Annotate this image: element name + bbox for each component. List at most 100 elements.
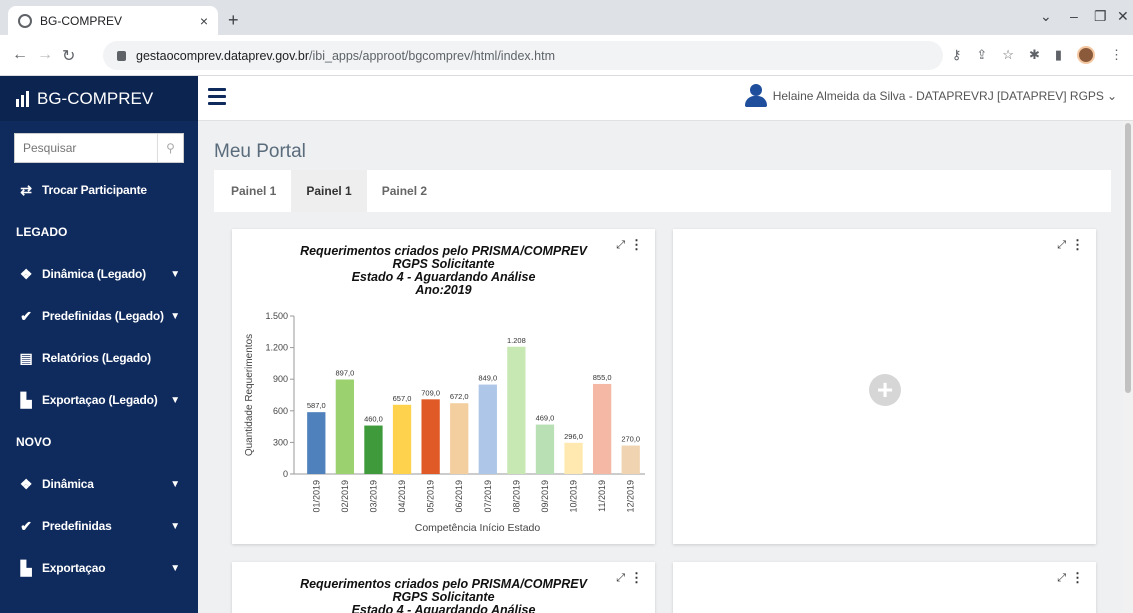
hamburger-menu-icon[interactable] bbox=[208, 88, 226, 109]
x-tick-label: 08/2019 bbox=[511, 480, 521, 513]
chevron-down-icon: ▼ bbox=[170, 394, 180, 406]
tab-painel-1-active[interactable]: Painel 1 bbox=[291, 170, 367, 212]
brand[interactable]: BG-COMPREV bbox=[0, 76, 198, 121]
sidebar-item-label: Trocar Participante bbox=[42, 183, 147, 197]
sidebar-item-predefinidas-legado[interactable]: ✔ Predefinidas (Legado) ▼ bbox=[0, 295, 198, 337]
chevron-down-icon: ⌄ bbox=[1106, 89, 1117, 103]
brand-title: BG-COMPREV bbox=[37, 88, 154, 108]
scrollbar-thumb[interactable] bbox=[1125, 123, 1131, 393]
bar-value-label: 657,0 bbox=[393, 394, 412, 403]
sidebar-item-label: Predefinidas bbox=[42, 519, 112, 533]
empty-card: ⤢ ⋮ + bbox=[673, 229, 1096, 544]
x-tick-label: 02/2019 bbox=[340, 480, 350, 513]
x-tick-label: 01/2019 bbox=[311, 480, 321, 513]
user-name: Helaine Almeida da Silva - DATAPREVRJ [D… bbox=[772, 89, 1104, 103]
bar-chart: 0 300 600 900 1.200 1.500 587,0 01/2019 897,0 02/… bbox=[244, 311, 645, 534]
browser-tab[interactable]: BG-COMPREV × bbox=[8, 6, 218, 35]
main-content: Meu Portal Painel 1 Painel 1 Painel 2 ⤢ … bbox=[198, 121, 1133, 613]
sidepanel-icon[interactable]: ▮ bbox=[1055, 47, 1062, 63]
expand-icon[interactable]: ⤢ bbox=[1057, 239, 1066, 252]
sidebar-item-trocar[interactable]: ⇄ Trocar Participante bbox=[0, 169, 198, 211]
menu-icon[interactable]: ⋮ bbox=[1110, 47, 1123, 63]
profile-avatar[interactable] bbox=[1077, 46, 1095, 64]
share-icon[interactable]: ⇪ bbox=[976, 47, 987, 63]
minimize-icon[interactable]: – bbox=[1070, 8, 1078, 24]
sidebar-item-dinamica-legado[interactable]: ❖ Dinâmica (Legado) ▼ bbox=[0, 253, 198, 295]
sidebar-item-relatorios-legado[interactable]: ▤ Relatórios (Legado) bbox=[0, 337, 198, 379]
extensions-icon[interactable]: ✱ bbox=[1029, 47, 1040, 63]
cubes-icon: ❖ bbox=[19, 475, 33, 492]
address-bar[interactable]: gestaocomprev.dataprev.gov.br/ibi_apps/a… bbox=[103, 41, 943, 70]
scrollbar[interactable] bbox=[1123, 121, 1133, 613]
add-content-icon[interactable]: + bbox=[869, 374, 901, 406]
x-tick-label: 07/2019 bbox=[483, 480, 493, 513]
sidebar-item-exportacao[interactable]: ▙ Exportaçao ▼ bbox=[0, 547, 198, 589]
file-icon: ▙ bbox=[20, 559, 32, 576]
chevron-down-icon: ▼ bbox=[170, 268, 180, 280]
globe-icon bbox=[18, 13, 32, 28]
search-input[interactable] bbox=[15, 134, 155, 162]
chart-card-2: ⤢ ⋮ Requerimentos criados pelo PRISMA/CO… bbox=[232, 562, 655, 613]
sidebar-item-predefinidas[interactable]: ✔ Predefinidas ▼ bbox=[0, 505, 198, 547]
search-icon[interactable]: ⚲ bbox=[157, 134, 183, 162]
tab-close-icon[interactable]: × bbox=[200, 13, 208, 29]
tab-painel-2[interactable]: Painel 2 bbox=[367, 170, 442, 212]
sidebar-item-label: Dinâmica (Legado) bbox=[42, 267, 146, 281]
forward-icon[interactable]: → bbox=[37, 46, 53, 64]
check-icon: ✔ bbox=[20, 517, 32, 534]
sidebar-item-dinamica[interactable]: ❖ Dinâmica ▼ bbox=[0, 463, 198, 505]
x-tick-label: 04/2019 bbox=[397, 480, 407, 513]
chart2-title-1: Requerimentos criados pelo PRISMA/COMPRE… bbox=[300, 577, 587, 591]
chevron-down-icon: ▼ bbox=[170, 562, 180, 574]
sidebar-section-legado: LEGADO bbox=[16, 225, 68, 239]
bar bbox=[335, 379, 355, 474]
bar bbox=[592, 383, 612, 474]
empty-card-2: ⤢ ⋮ bbox=[673, 562, 1096, 613]
cubes-icon: ❖ bbox=[19, 265, 33, 282]
chevron-down-icon[interactable]: ⌄ bbox=[1040, 8, 1052, 25]
bar-value-label: 672,0 bbox=[450, 392, 469, 401]
back-icon[interactable]: ← bbox=[12, 46, 28, 64]
y-tick-label: 900 bbox=[273, 374, 288, 384]
x-tick-label: 03/2019 bbox=[368, 480, 378, 513]
kebab-menu-icon[interactable]: ⋮ bbox=[1071, 237, 1084, 253]
new-tab-button[interactable]: + bbox=[228, 10, 239, 31]
bar bbox=[478, 384, 497, 474]
bar-value-label: 460,0 bbox=[364, 415, 383, 424]
x-tick-label: 10/2019 bbox=[569, 480, 579, 513]
bar-value-label: 270,0 bbox=[621, 435, 640, 444]
y-tick-label: 0 bbox=[283, 469, 288, 479]
file-icon: ▙ bbox=[20, 391, 32, 408]
tab-painel-1[interactable]: Painel 1 bbox=[216, 170, 291, 212]
sidebar-item-exportacao-legado[interactable]: ▙ Exportaçao (Legado) ▼ bbox=[0, 379, 198, 421]
restore-icon[interactable]: ❐ bbox=[1094, 8, 1107, 25]
url-path: /ibi_apps/approot/bgcomprev/html/index.h… bbox=[309, 48, 555, 63]
app: BG-COMPREV ⚲ ⇄ Trocar Participante LEGAD… bbox=[0, 76, 1133, 613]
x-axis-label: Competência Início Estado bbox=[415, 522, 541, 534]
x-tick-label: 05/2019 bbox=[426, 480, 436, 513]
chevron-down-icon: ▼ bbox=[170, 310, 180, 322]
star-icon[interactable]: ☆ bbox=[1002, 47, 1014, 63]
user-icon bbox=[744, 84, 767, 108]
bar-value-label: 849,0 bbox=[478, 374, 497, 383]
chevron-down-icon: ▼ bbox=[170, 520, 180, 532]
topbar: Helaine Almeida da Silva - DATAPREVRJ [D… bbox=[198, 76, 1133, 121]
expand-icon[interactable]: ⤢ bbox=[1057, 572, 1066, 585]
x-tick-label: 12/2019 bbox=[626, 480, 636, 513]
kebab-menu-icon[interactable]: ⋮ bbox=[1071, 570, 1084, 586]
bar bbox=[564, 442, 583, 474]
user-menu[interactable]: Helaine Almeida da Silva - DATAPREVRJ [D… bbox=[744, 84, 1117, 108]
sidebar-item-label: Dinâmica bbox=[42, 477, 94, 491]
browser-toolbar: ← → ↻ gestaocomprev.dataprev.gov.br/ibi_… bbox=[0, 35, 1133, 76]
reload-icon[interactable]: ↻ bbox=[62, 46, 75, 66]
chart-card: ⤢ ⋮ Requerimentos criados pelo PRISMA/CO… bbox=[232, 229, 655, 544]
sidebar-section-novo: NOVO bbox=[16, 435, 52, 449]
sidebar-item-label: Exportaçao bbox=[42, 561, 106, 575]
sidebar-item-label: Predefinidas (Legado) bbox=[42, 309, 164, 323]
bar bbox=[364, 425, 383, 474]
browser-tabstrip: BG-COMPREV × + ⌄ – ❐ ✕ bbox=[0, 0, 1133, 35]
portal-tabs: Painel 1 Painel 1 Painel 2 bbox=[214, 170, 1111, 212]
sidebar-search: ⚲ bbox=[14, 133, 184, 163]
key-icon[interactable]: ⚷ bbox=[952, 47, 962, 63]
close-window-icon[interactable]: ✕ bbox=[1117, 8, 1129, 25]
